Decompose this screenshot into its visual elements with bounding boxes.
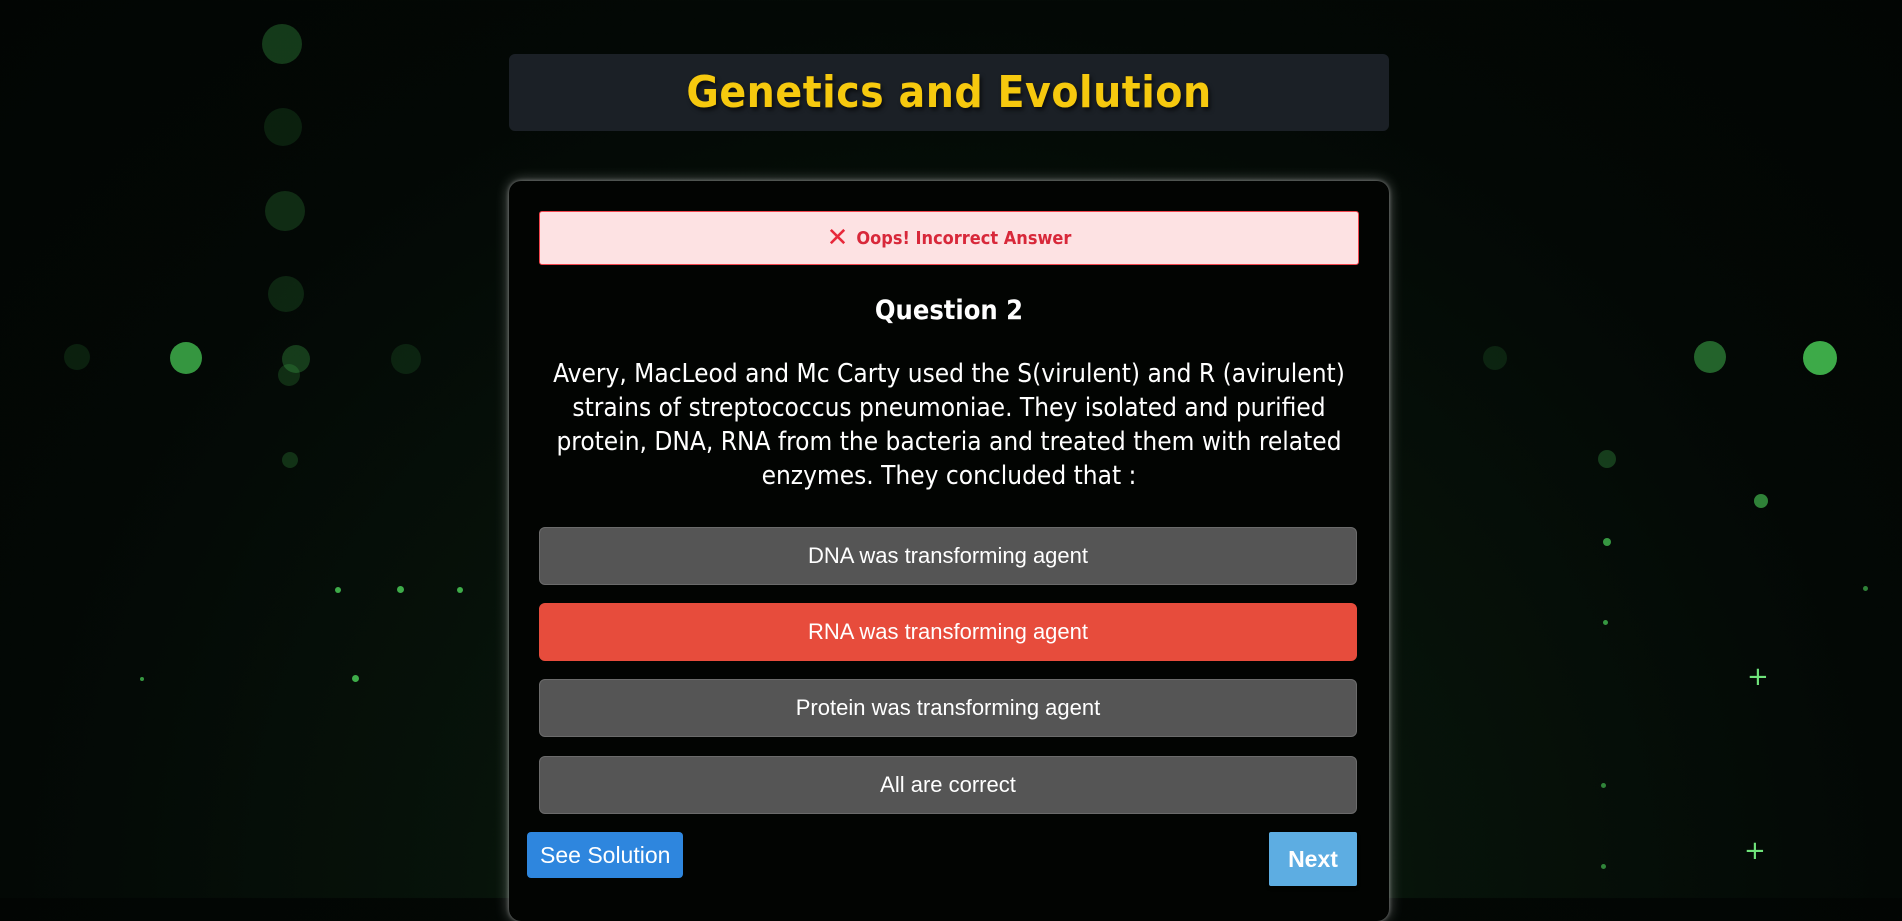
option-4-button[interactable]: All are correct [539,756,1357,814]
quiz-card: ✕ Oops! Incorrect Answer Question 2 Aver… [509,181,1389,921]
question-number: Question 2 [874,295,1024,326]
page-title: Genetics and Evolution [686,67,1212,118]
incorrect-answer-alert: ✕ Oops! Incorrect Answer [539,211,1359,265]
option-2-button[interactable]: RNA was transforming agent [539,603,1357,661]
question-text: Avery, MacLeod and Mc Carty used the S(v… [553,359,1345,491]
page-header: Genetics and Evolution [509,54,1389,131]
alert-message: Oops! Incorrect Answer [856,227,1072,249]
option-1-button[interactable]: DNA was transforming agent [539,527,1357,585]
option-3-button[interactable]: Protein was transforming agent [539,679,1357,737]
next-button[interactable]: Next [1269,832,1357,886]
close-icon: ✕ [826,223,849,253]
see-solution-button[interactable]: See Solution [527,832,684,878]
